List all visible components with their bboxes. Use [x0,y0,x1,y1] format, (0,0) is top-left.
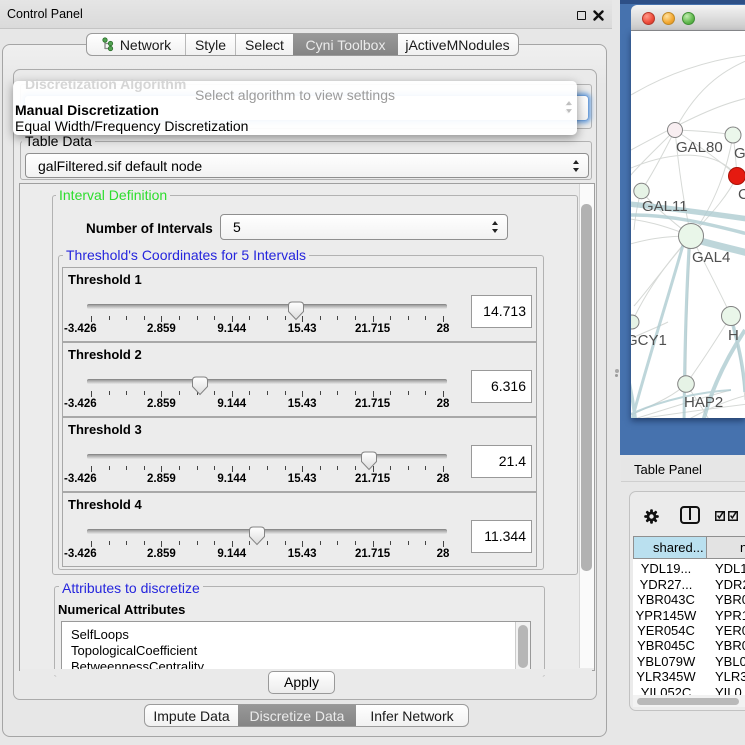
svg-text:C: C [738,186,745,203]
svg-text:GAL11: GAL11 [642,198,688,215]
svg-text:GCY1: GCY1 [631,332,667,349]
svg-text:HAP2: HAP2 [684,394,723,411]
svg-text:GAL4: GAL4 [692,249,730,266]
svg-text:G.: G. [734,145,745,162]
svg-text:H: H [728,327,739,344]
svg-text:GAL80: GAL80 [676,139,723,156]
